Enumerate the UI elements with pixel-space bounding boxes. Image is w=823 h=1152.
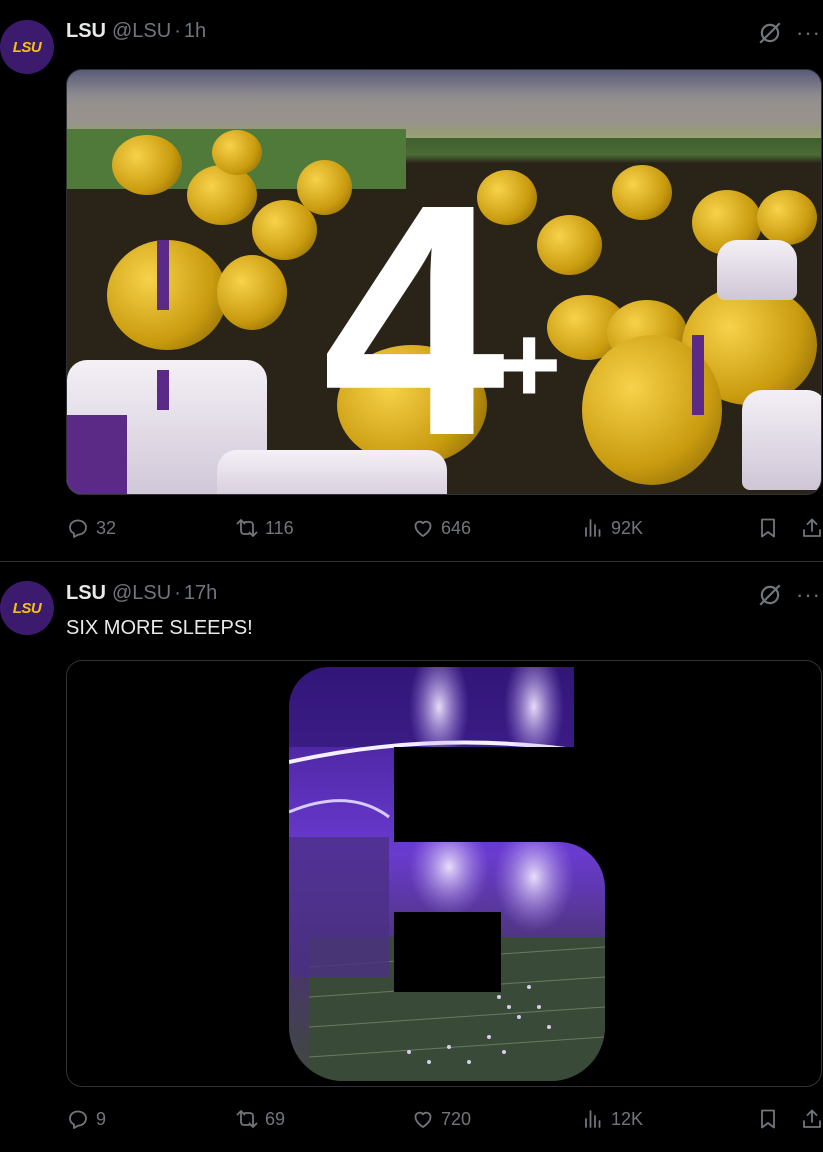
user-handle[interactable]: @LSU <box>112 582 171 605</box>
repost-button[interactable]: 116 <box>235 516 294 540</box>
reply-button[interactable]: 9 <box>66 1107 106 1131</box>
reply-icon <box>69 1110 87 1129</box>
tweet-photo[interactable]: 4 + <box>66 69 822 495</box>
like-button[interactable]: 646 <box>411 516 471 540</box>
repost-icon <box>236 519 258 537</box>
timestamp[interactable]: 1h <box>184 20 206 43</box>
jersey-stripe <box>157 240 169 310</box>
helmet <box>612 165 672 220</box>
like-count: 646 <box>441 517 472 538</box>
bookmark-button[interactable] <box>756 1107 780 1131</box>
avatar[interactable]: LSU <box>0 20 54 74</box>
jersey-stripe <box>67 415 127 494</box>
jersey <box>742 390 821 490</box>
avatar[interactable]: LSU <box>0 581 54 635</box>
views-count: 12K <box>611 1108 644 1129</box>
reply-count: 32 <box>96 517 117 538</box>
repost-icon <box>236 1110 258 1128</box>
jersey-stripe <box>692 335 704 415</box>
separator-dot: · <box>174 582 181 604</box>
heart-icon <box>414 1111 432 1128</box>
bookmark-button[interactable] <box>756 516 780 540</box>
countdown-six-graphic <box>289 667 605 1081</box>
bookmark-icon <box>761 1109 775 1129</box>
helmet <box>187 165 257 225</box>
repost-count: 116 <box>265 517 294 538</box>
tweet-text: SIX MORE SLEEPS! <box>66 617 253 639</box>
tweet-actions: 32 116 646 92K <box>66 516 823 546</box>
helmet <box>217 255 287 330</box>
jersey <box>717 240 797 300</box>
helmet <box>212 130 262 175</box>
views-button[interactable]: 92K <box>581 516 643 540</box>
tweet-graphic[interactable] <box>66 660 822 1087</box>
timestamp[interactable]: 17h <box>184 582 217 605</box>
views-button[interactable]: 12K <box>581 1107 643 1131</box>
tweet-2[interactable]: LSU LSU @LSU · 17h ··· SIX MORE SLEEPS! <box>0 563 823 1152</box>
tweet-actions: 9 69 720 12K <box>66 1107 823 1137</box>
user-handle[interactable]: @LSU <box>112 20 171 43</box>
share-button[interactable] <box>800 1107 823 1131</box>
reply-count: 9 <box>96 1108 107 1129</box>
repost-button[interactable]: 69 <box>235 1107 285 1131</box>
tweet-header: LSU @LSU · 17h <box>66 582 217 608</box>
more-icon[interactable]: ··· <box>796 584 821 606</box>
countdown-number: 4 <box>322 135 506 495</box>
heart-icon <box>414 520 432 537</box>
bookmark-icon <box>761 518 775 538</box>
reply-button[interactable]: 32 <box>66 516 116 540</box>
tweet-1[interactable]: LSU LSU @LSU · 1h ··· 4 + 32 116 646 92K <box>0 0 823 562</box>
share-icon <box>803 518 821 537</box>
stadium-stands <box>67 70 821 138</box>
more-icon[interactable]: ··· <box>796 22 821 44</box>
like-count: 720 <box>441 1108 472 1129</box>
helmet <box>757 190 817 245</box>
reply-icon <box>69 519 87 538</box>
grok-icon[interactable] <box>757 20 783 46</box>
repost-count: 69 <box>265 1108 286 1129</box>
tweet-header: LSU @LSU · 1h <box>66 20 206 46</box>
grok-icon[interactable] <box>757 582 783 608</box>
helmet <box>537 215 602 275</box>
share-icon <box>803 1109 821 1128</box>
countdown-plus: + <box>497 303 562 426</box>
jersey-stripe <box>157 370 169 410</box>
avatar-logo-text: LSU <box>12 599 42 617</box>
display-name[interactable]: LSU <box>66 582 106 605</box>
separator-dot: · <box>174 20 181 42</box>
stadium-six-image <box>289 667 605 1081</box>
views-count: 92K <box>611 517 644 538</box>
helmet <box>112 135 182 195</box>
share-button[interactable] <box>800 516 823 540</box>
like-button[interactable]: 720 <box>411 1107 471 1131</box>
views-icon <box>585 1110 601 1128</box>
avatar-logo-text: LSU <box>12 38 42 56</box>
display-name[interactable]: LSU <box>66 20 106 43</box>
views-icon <box>585 519 601 537</box>
